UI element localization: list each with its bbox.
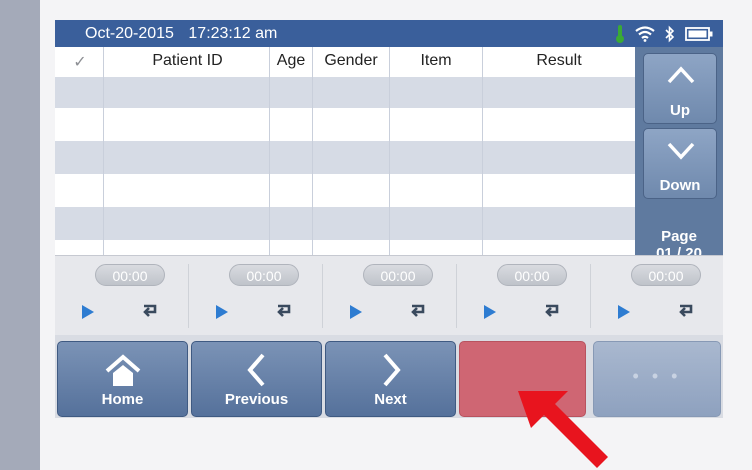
more-dots-icon: • • • <box>632 366 682 386</box>
column-divider <box>312 47 313 255</box>
patient-id-header[interactable]: Patient ID <box>105 52 270 70</box>
left-strip <box>0 0 40 470</box>
more-button[interactable]: • • • <box>593 341 721 417</box>
timer-slot: 00:00 <box>591 256 723 336</box>
play-icon[interactable] <box>349 304 363 320</box>
home-button[interactable]: Home <box>57 341 188 417</box>
play-icon[interactable] <box>81 304 95 320</box>
battery-icon <box>685 27 713 41</box>
down-label: Down <box>659 177 701 194</box>
table-row[interactable] <box>55 77 635 108</box>
repeat-icon[interactable] <box>409 301 427 319</box>
scroll-panel: Up Down Page 01 / 20 <box>635 47 723 262</box>
up-button[interactable]: Up <box>643 53 717 124</box>
repeat-icon[interactable] <box>677 301 695 319</box>
chevron-up-icon <box>667 66 695 84</box>
status-bar: Oct-20-2015 17:23:12 am <box>55 20 723 47</box>
column-divider <box>482 47 483 255</box>
date-text: Oct-20-2015 <box>85 25 174 42</box>
page-label: Page <box>661 228 697 245</box>
timer-display: 00:00 <box>95 264 165 286</box>
bluetooth-icon <box>665 25 675 43</box>
timer-display: 00:00 <box>229 264 299 286</box>
repeat-icon[interactable] <box>543 301 561 319</box>
table-row[interactable] <box>55 108 635 141</box>
timer-display: 00:00 <box>497 264 567 286</box>
timer-display: 00:00 <box>631 264 701 286</box>
column-divider <box>269 47 270 255</box>
time-text: 17:23:12 am <box>188 25 278 42</box>
down-button[interactable]: Down <box>643 128 717 199</box>
home-label: Home <box>101 391 144 408</box>
timer-strip: 00:00 00:00 00:00 00:00 00:00 <box>55 255 723 336</box>
previous-button[interactable]: Previous <box>191 341 322 417</box>
wifi-icon <box>635 26 655 42</box>
chevron-left-icon <box>247 353 265 387</box>
item-header[interactable]: Item <box>390 52 482 70</box>
select-column-header: ✓ <box>73 54 87 71</box>
result-header[interactable]: Result <box>483 52 635 70</box>
results-table: ✓ Patient ID Age Gender Item Result <box>55 47 635 255</box>
previous-label: Previous <box>224 391 289 408</box>
repeat-icon[interactable] <box>141 301 159 319</box>
next-button[interactable]: Next <box>325 341 456 417</box>
chevron-down-icon <box>667 142 695 160</box>
chevron-right-icon <box>383 353 401 387</box>
play-icon[interactable] <box>215 304 229 320</box>
device-screen: Oct-20-2015 17:23:12 am ✓ Patient ID Age… <box>55 20 723 418</box>
column-divider <box>103 47 104 255</box>
play-icon[interactable] <box>483 304 497 320</box>
up-label: Up <box>670 102 690 119</box>
timer-slot: 00:00 <box>189 256 322 336</box>
pointer-arrow-icon <box>518 391 608 468</box>
table-header: ✓ Patient ID Age Gender Item Result <box>55 47 635 77</box>
gender-header[interactable]: Gender <box>313 52 389 70</box>
thermometer-icon <box>616 25 624 43</box>
table-row[interactable] <box>55 240 635 255</box>
timer-slot: 00:00 <box>457 256 590 336</box>
column-divider <box>389 47 390 255</box>
next-label: Next <box>374 391 407 408</box>
table-row[interactable] <box>55 174 635 207</box>
timer-slot: 00:00 <box>55 256 188 336</box>
repeat-icon[interactable] <box>275 301 293 319</box>
age-header[interactable]: Age <box>270 52 312 70</box>
timer-slot: 00:00 <box>323 256 456 336</box>
table-row[interactable] <box>55 141 635 174</box>
home-icon <box>105 354 141 386</box>
table-row[interactable] <box>55 207 635 240</box>
play-icon[interactable] <box>617 304 631 320</box>
date-time: Oct-20-2015 17:23:12 am <box>85 25 287 43</box>
timer-display: 00:00 <box>363 264 433 286</box>
bottom-nav: Home Previous Next • • • <box>55 335 723 418</box>
